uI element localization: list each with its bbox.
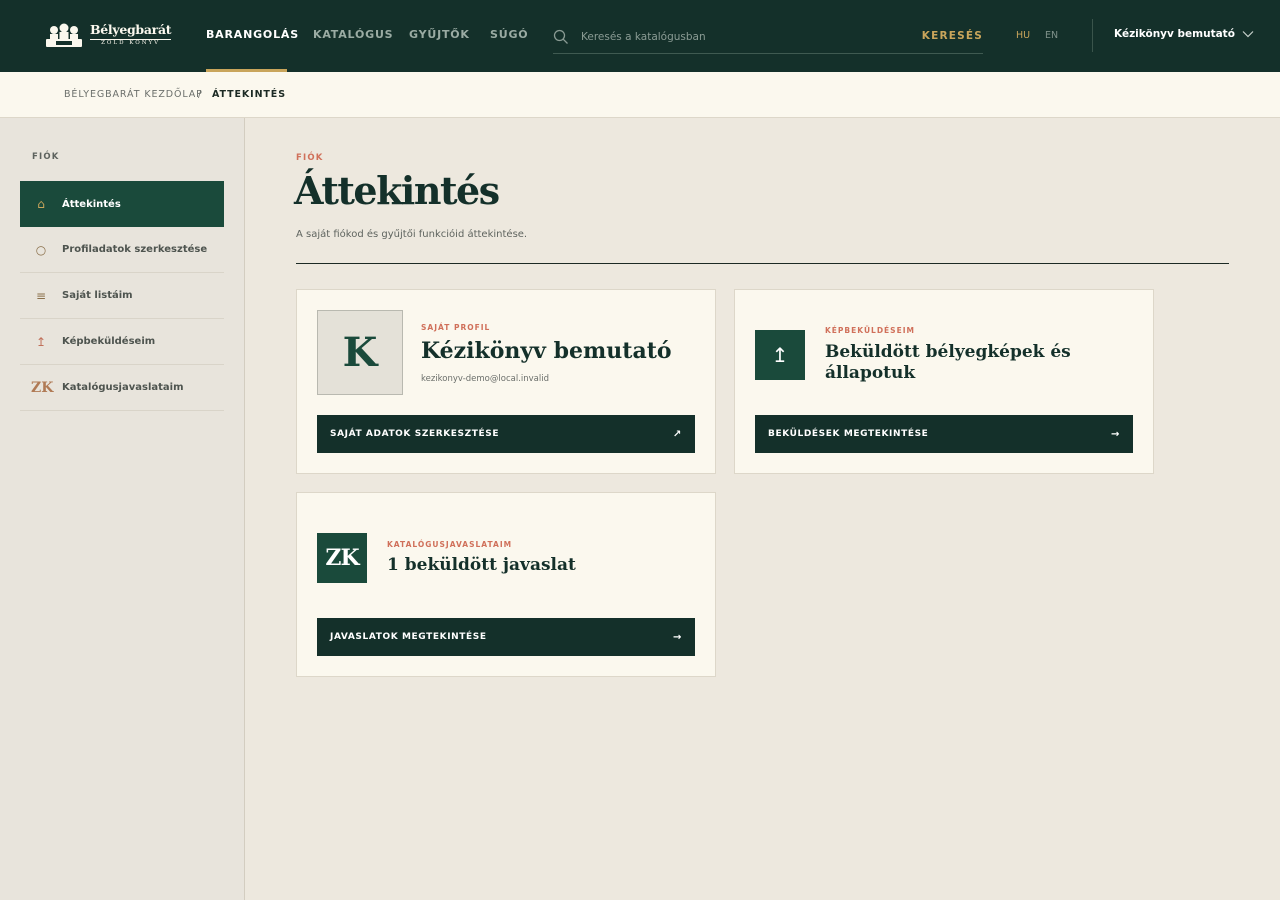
- nav-katalogus[interactable]: KATALÓGUS: [313, 28, 393, 41]
- suggestions-card: ZK KATALÓGUSJAVASLATAIM 1 beküldött java…: [296, 492, 716, 677]
- stamp-collectors-logo-icon: [46, 23, 82, 47]
- sidebar-item-profile-edit[interactable]: ○ Profiladatok szerkesztése: [20, 227, 224, 273]
- edit-profile-button[interactable]: SAJÁT ADATOK SZERKESZTÉSE ↗: [317, 415, 695, 453]
- search-input[interactable]: [581, 27, 911, 47]
- profile-email: kezikonyv-demo@local.invalid: [421, 374, 549, 384]
- breadcrumb-current: ÁTTEKINTÉS: [212, 89, 286, 100]
- view-submissions-button-label: BEKÜLDÉSEK MEGTEKINTÉSE: [768, 429, 929, 439]
- arrow-right-icon: →: [673, 631, 682, 643]
- page-kicker: FIÓK: [296, 153, 324, 163]
- suggestions-card-kicker: KATALÓGUSJAVASLATAIM: [387, 540, 513, 549]
- profile-name: Kézikönyv bemutató: [421, 338, 672, 364]
- nav-sugo[interactable]: SÚGÓ: [490, 28, 528, 41]
- arrow-up-right-icon: ↗: [673, 428, 682, 440]
- lang-en[interactable]: EN: [1045, 30, 1058, 41]
- suggestions-card-title: 1 beküldött javaslat: [387, 555, 576, 575]
- breadcrumb: BÉLYEGBARÁT KEZDŐLAP / ÁTTEKINTÉS: [0, 72, 1280, 118]
- search-button[interactable]: KERESÉS: [922, 30, 983, 42]
- avatar: K: [317, 310, 403, 395]
- breadcrumb-separator: /: [198, 89, 203, 100]
- upload-arrow-icon: ↥: [35, 334, 47, 349]
- account-sidebar: FIÓK ⌂ Áttekintés ○ Profiladatok szerkes…: [0, 118, 245, 900]
- list-icon: ≡: [35, 288, 47, 303]
- page-title: Áttekintés: [294, 168, 500, 213]
- logo-title: Bélyegbarát: [90, 21, 172, 37]
- page-subtitle: A saját fiókod és gyűjtői funkcióid átte…: [296, 229, 528, 240]
- view-suggestions-button-label: JAVASLATOK MEGTEKINTÉSE: [330, 632, 487, 642]
- submissions-title-line1: Beküldött bélyegképek és: [825, 342, 1071, 362]
- sidebar-item-label: Profiladatok szerkesztése: [62, 244, 208, 255]
- profile-card: K SAJÁT PROFIL Kézikönyv bemutató keziko…: [296, 289, 716, 474]
- sidebar-item-label: Képbeküldéseim: [62, 336, 156, 347]
- logo-subtitle: ZÖLD KÖNYV: [90, 39, 172, 47]
- circle-icon: ○: [35, 242, 47, 257]
- sidebar-item-my-lists[interactable]: ≡ Saját listáim: [20, 273, 224, 319]
- user-menu-label: Kézikönyv bemutató: [1114, 28, 1235, 40]
- edit-profile-button-label: SAJÁT ADATOK SZERKESZTÉSE: [330, 429, 500, 439]
- breadcrumb-home-link[interactable]: BÉLYEGBARÁT KEZDŐLAP: [64, 89, 203, 100]
- search-bar: KERESÉS: [553, 24, 983, 54]
- header-divider: [1092, 19, 1093, 52]
- sidebar-item-label: Áttekintés: [62, 198, 121, 210]
- user-menu[interactable]: Kézikönyv bemutató: [1114, 28, 1254, 40]
- sidebar-item-overview[interactable]: ⌂ Áttekintés: [20, 181, 224, 227]
- submissions-card-title: Beküldött bélyegképek és állapotuk: [825, 342, 1071, 384]
- zk-monogram-icon: ZK: [31, 379, 54, 396]
- view-suggestions-button[interactable]: JAVASLATOK MEGTEKINTÉSE →: [317, 618, 695, 656]
- submissions-card: ↥ KÉPBEKÜLDÉSEIM Beküldött bélyegképek é…: [734, 289, 1154, 474]
- arrow-right-icon: →: [1111, 428, 1120, 440]
- sidebar-item-image-submissions[interactable]: ↥ Képbeküldéseim: [20, 319, 224, 365]
- chevron-down-icon: [1242, 31, 1254, 38]
- view-submissions-button[interactable]: BEKÜLDÉSEK MEGTEKINTÉSE →: [755, 415, 1133, 453]
- search-icon: [553, 29, 568, 44]
- profile-card-kicker: SAJÁT PROFIL: [421, 323, 491, 332]
- title-divider: [296, 263, 1229, 264]
- sidebar-item-catalog-suggestions[interactable]: ZK Katalógusjavaslataim: [20, 365, 224, 411]
- lang-hu[interactable]: HU: [1016, 30, 1030, 41]
- home-icon: ⌂: [37, 197, 45, 211]
- sidebar-heading: FIÓK: [32, 152, 60, 162]
- sidebar-item-label: Katalógusjavaslataim: [62, 382, 184, 393]
- zk-monogram-icon: ZK: [317, 533, 367, 583]
- sidebar-item-label: Saját listáim: [62, 290, 133, 301]
- site-logo[interactable]: Bélyegbarát ZÖLD KÖNYV: [44, 20, 178, 50]
- nav-gyujtok[interactable]: GYŰJTŐK: [409, 28, 470, 41]
- submissions-title-line2: állapotuk: [825, 363, 916, 383]
- top-header: Bélyegbarát ZÖLD KÖNYV BARANGOLÁS KATALÓ…: [0, 0, 1280, 72]
- submissions-card-kicker: KÉPBEKÜLDÉSEIM: [825, 326, 915, 335]
- nav-barangolas[interactable]: BARANGOLÁS: [206, 28, 299, 41]
- upload-arrow-icon: ↥: [755, 330, 805, 380]
